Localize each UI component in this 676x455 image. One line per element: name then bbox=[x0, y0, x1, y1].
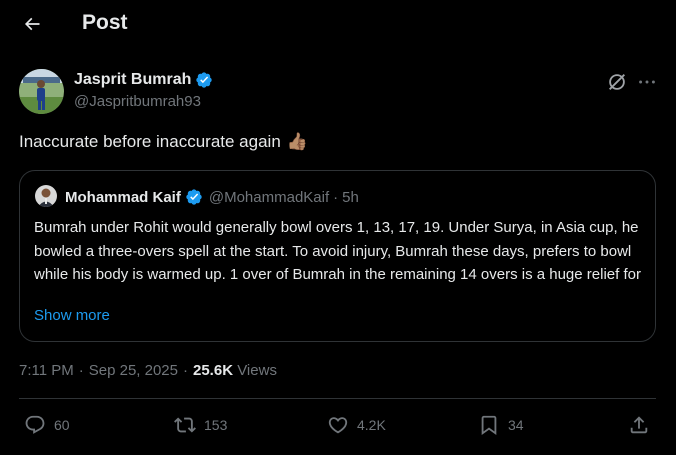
repost-count: 153 bbox=[204, 417, 228, 433]
more-options-button[interactable] bbox=[636, 71, 658, 93]
share-button[interactable] bbox=[628, 414, 650, 436]
quote-author-handle: @MohammadKaif bbox=[208, 188, 330, 206]
bookmark-count: 34 bbox=[508, 417, 524, 433]
author-avatar[interactable] bbox=[19, 69, 64, 114]
repost-button[interactable]: 153 bbox=[174, 414, 227, 436]
page-title: Post bbox=[82, 11, 128, 34]
post-text: Inaccurate before inaccurate again 👍🏽 bbox=[19, 132, 308, 152]
back-button[interactable] bbox=[16, 8, 48, 40]
action-bar: 60 153 4.2K 34 bbox=[0, 414, 676, 444]
author-handle[interactable]: @Jaspritbumrah93 bbox=[74, 93, 201, 110]
quote-author-avatar bbox=[35, 185, 57, 207]
meta-separator: · bbox=[78, 362, 84, 379]
avatar-image bbox=[19, 69, 64, 114]
like-count: 4.2K bbox=[357, 417, 386, 433]
quote-time: 5h bbox=[342, 188, 359, 206]
share-upload-icon bbox=[630, 416, 648, 434]
views-label: Views bbox=[237, 362, 277, 379]
verified-badge-icon bbox=[196, 72, 213, 88]
divider bbox=[19, 398, 656, 399]
reply-count: 60 bbox=[54, 417, 70, 433]
post-date[interactable]: Sep 25, 2025 bbox=[89, 362, 178, 379]
post-author: Jasprit Bumrah @Jaspritbumrah93 bbox=[19, 69, 659, 115]
quoted-post[interactable]: Mohammad Kaif @MohammadKaif · 5h Bumrah … bbox=[19, 170, 656, 342]
quote-avatar-image bbox=[35, 185, 57, 207]
reply-bubble-icon bbox=[25, 415, 45, 434]
meta-separator: · bbox=[183, 362, 188, 379]
grok-icon bbox=[609, 74, 625, 90]
quote-separator: · bbox=[333, 188, 339, 206]
thumbs-up-emoji: 👍🏽 bbox=[286, 132, 308, 152]
bookmark-button[interactable]: 34 bbox=[478, 414, 524, 436]
quote-body: Bumrah under Rohit would generally bowl … bbox=[34, 219, 641, 283]
quote-header: Mohammad Kaif @MohammadKaif · 5h bbox=[65, 188, 359, 206]
like-button[interactable]: 4.2K bbox=[327, 414, 386, 436]
reply-button[interactable]: 60 bbox=[24, 414, 70, 436]
post-header: Post bbox=[0, 0, 676, 50]
post-time[interactable]: 7:11 PM bbox=[19, 362, 74, 379]
post-meta: 7:11 PM · Sep 25, 2025 · 25.6K Views bbox=[19, 362, 277, 379]
grok-button[interactable] bbox=[606, 71, 628, 93]
bookmark-icon bbox=[481, 415, 497, 436]
author-name[interactable]: Jasprit Bumrah bbox=[74, 71, 213, 89]
views-count: 25.6K bbox=[193, 362, 234, 379]
arrow-left-icon bbox=[24, 17, 40, 31]
repost-icon bbox=[174, 417, 196, 433]
show-more-link[interactable]: Show more bbox=[34, 307, 110, 324]
verified-badge-icon bbox=[186, 189, 202, 205]
more-horizontal-icon bbox=[639, 80, 655, 84]
heart-icon bbox=[328, 417, 348, 434]
quote-author-name: Mohammad Kaif bbox=[65, 188, 181, 206]
